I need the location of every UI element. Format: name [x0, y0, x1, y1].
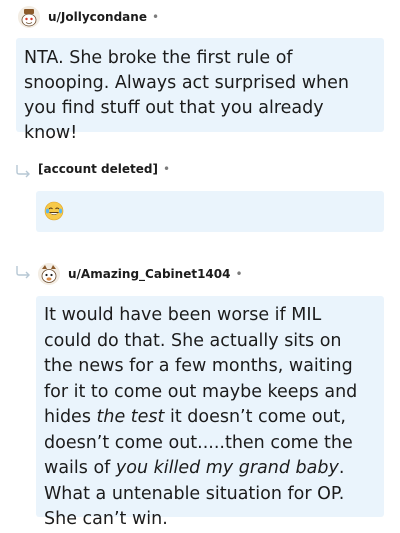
user-avatar[interactable] — [38, 263, 60, 285]
reply-arrow-icon — [16, 266, 30, 279]
snoo-avatar-icon — [18, 6, 40, 28]
italic-text-run: the test — [96, 407, 165, 427]
comment-body-3: It would have been worse if MIL could do… — [36, 296, 384, 529]
comment-body-2 — [36, 191, 384, 232]
comment-body-1: NTA. She broke the first rule of snoopin… — [16, 38, 384, 143]
username-link[interactable]: u/Amazing_Cabinet1404 — [68, 267, 230, 281]
user-avatar[interactable] — [18, 6, 40, 28]
comment-header-3: u/Amazing_Cabinet1404 • — [38, 263, 243, 285]
reply-arrow-icon — [16, 165, 30, 178]
comment-header-2: [account deleted] • — [38, 162, 170, 176]
separator-dot: • — [151, 10, 160, 24]
comment-text: It would have been worse if MIL could do… — [44, 303, 374, 533]
laughing-tears-emoji-icon — [44, 201, 64, 221]
italic-text-run: you killed my grand baby — [115, 458, 339, 478]
username-deleted: [account deleted] — [38, 162, 158, 176]
separator-dot: • — [235, 267, 243, 281]
comment-text: NTA. She broke the first rule of snoopin… — [24, 48, 349, 143]
separator-dot: • — [162, 162, 171, 176]
snoo-avatar-icon — [38, 263, 60, 285]
username-link[interactable]: u/Jollycondane — [48, 10, 147, 24]
comment-header-1: u/Jollycondane • — [18, 6, 159, 28]
